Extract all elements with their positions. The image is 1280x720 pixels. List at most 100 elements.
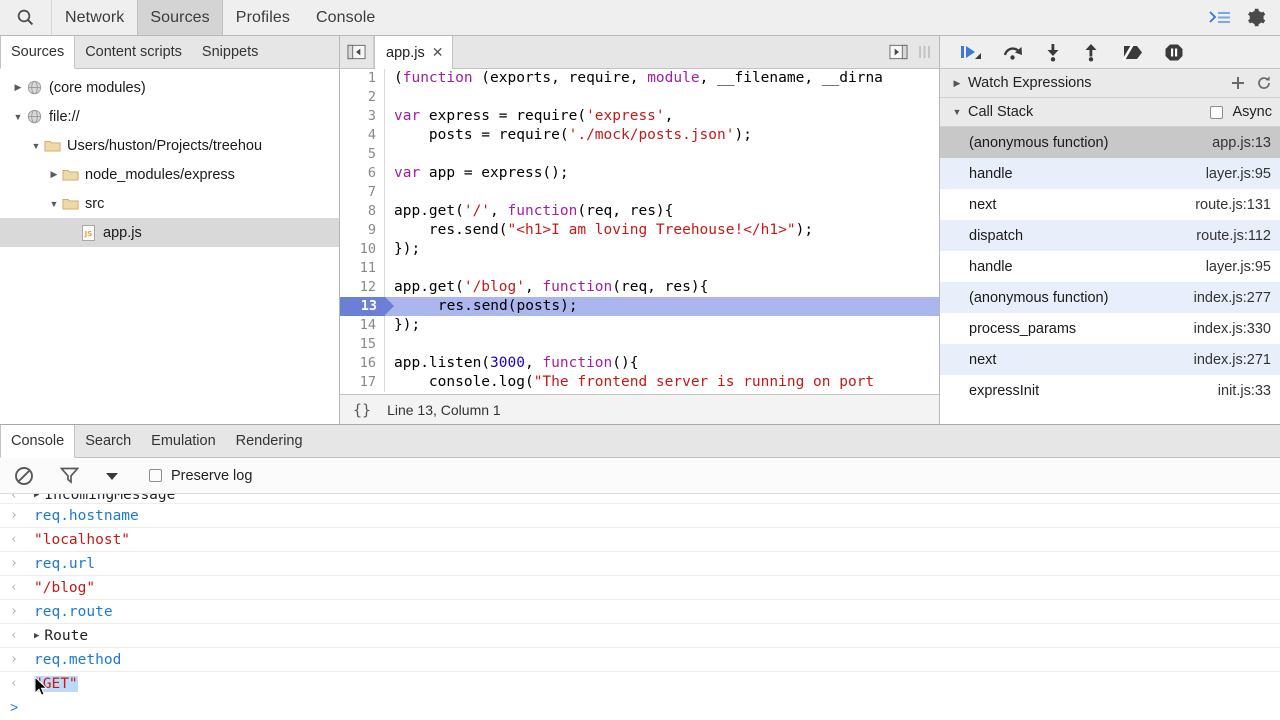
code-line[interactable]: 5 [340, 145, 939, 164]
drawer-tab-console[interactable]: Console [0, 425, 76, 458]
nav-tab-sources[interactable]: Sources [0, 36, 76, 69]
code-line[interactable]: 2 [340, 88, 939, 107]
call-stack-frame[interactable]: (anonymous function) index.js:277 [940, 282, 1280, 313]
async-toggle-group[interactable]: Async [1209, 104, 1272, 120]
line-number[interactable]: 2 [340, 88, 385, 107]
code-line[interactable]: 8 app.get('/', function(req, res){ [340, 202, 939, 221]
preserve-log-toggle[interactable]: Preserve log [149, 468, 252, 484]
tab-network[interactable]: Network [52, 0, 137, 35]
console-output-row[interactable]: ‹ ▶ IncomingMessage [0, 494, 1280, 504]
code-line[interactable]: 13 res.send(posts); [340, 297, 939, 316]
show-navigator-icon[interactable] [889, 44, 908, 60]
chevron-down-icon[interactable]: ▼ [28, 141, 44, 151]
call-stack-frame-location[interactable]: app.js:13 [1212, 135, 1271, 151]
line-number[interactable]: 3 [340, 107, 385, 126]
tree-item-src[interactable]: ▼ src [0, 189, 339, 218]
drawer-tab-emulation[interactable]: Emulation [141, 425, 225, 457]
line-number[interactable]: 11 [340, 259, 385, 278]
console-output-row[interactable]: ‹ "GET" [0, 672, 1280, 694]
code-line[interactable]: 17 console.log("The frontend server is r… [340, 373, 939, 392]
chevron-down-icon[interactable]: ▼ [949, 107, 965, 117]
pause-on-exceptions-icon[interactable] [1164, 43, 1184, 62]
tab-sources[interactable]: Sources [137, 0, 223, 35]
watch-expressions-header[interactable]: ▶ Watch Expressions [940, 69, 1280, 98]
code-line[interactable]: 7 [340, 183, 939, 202]
call-stack-frame[interactable]: next route.js:131 [940, 189, 1280, 220]
line-number[interactable]: 7 [340, 183, 385, 202]
tree-item-core-modules[interactable]: ▶ (core modules) [0, 73, 339, 102]
search-icon[interactable] [0, 0, 52, 35]
console-input-row[interactable]: › req.url [0, 552, 1280, 576]
call-stack-frame-location[interactable]: route.js:131 [1195, 197, 1271, 213]
line-number[interactable]: 15 [340, 335, 385, 354]
collapse-sidebar-icon[interactable] [340, 36, 374, 68]
console-input-row[interactable]: › req.route [0, 600, 1280, 624]
console-input-row[interactable]: › req.method [0, 648, 1280, 672]
tab-profiles[interactable]: Profiles [223, 0, 303, 35]
code-line[interactable]: 4 posts = require('./mock/posts.json'); [340, 126, 939, 145]
call-stack-frame-location[interactable]: index.js:330 [1194, 321, 1271, 337]
call-stack-frame-location[interactable]: layer.js:95 [1206, 166, 1271, 182]
line-number[interactable]: 13 [340, 297, 394, 316]
code-line[interactable]: 6 var app = express(); [340, 164, 939, 183]
nav-tab-snippets[interactable]: Snippets [192, 36, 268, 68]
code-line[interactable]: 12 app.get('/blog', function(req, res){ [340, 278, 939, 297]
line-number[interactable]: 9 [340, 221, 385, 240]
chevron-down-icon[interactable] [105, 471, 119, 481]
tree-item-file-protocol[interactable]: ▼ file:// [0, 102, 339, 131]
step-over-icon[interactable] [1002, 43, 1024, 62]
pretty-print-icon[interactable]: {} [353, 401, 371, 419]
line-number[interactable]: 14 [340, 316, 385, 335]
call-stack-frame-location[interactable]: init.js:33 [1218, 383, 1271, 399]
call-stack-frame[interactable]: dispatch route.js:112 [940, 220, 1280, 251]
line-number[interactable]: 5 [340, 145, 385, 164]
call-stack-frame-location[interactable]: route.js:112 [1196, 228, 1271, 244]
deactivate-breakpoints-icon[interactable] [1120, 42, 1144, 62]
async-checkbox[interactable] [1209, 105, 1223, 119]
console-output-row[interactable]: ‹ "localhost" [0, 528, 1280, 552]
plus-icon[interactable] [1230, 75, 1246, 91]
line-number[interactable]: 16 [340, 354, 385, 373]
resume-icon[interactable] [960, 43, 982, 62]
code-line[interactable]: 10}); [340, 240, 939, 259]
line-number[interactable]: 1 [340, 69, 385, 88]
more-options-icon[interactable] [918, 44, 931, 60]
console-output-row[interactable]: ‹ ▶ Route [0, 624, 1280, 648]
code-editor[interactable]: 1 (function (exports, require, module, __… [340, 69, 939, 394]
preserve-log-checkbox[interactable] [149, 469, 162, 482]
chevron-right-icon[interactable]: ▶ [10, 82, 26, 93]
code-line[interactable]: 1 (function (exports, require, module, __… [340, 69, 939, 88]
chevron-down-icon[interactable]: ▼ [46, 199, 62, 209]
filter-icon[interactable] [60, 466, 79, 485]
nav-tab-content-scripts[interactable]: Content scripts [75, 36, 192, 68]
call-stack-frame[interactable]: expressInit init.js:33 [940, 375, 1280, 406]
line-number[interactable]: 12 [340, 278, 385, 297]
code-line[interactable]: 11 [340, 259, 939, 278]
call-stack-frame-location[interactable]: index.js:271 [1194, 352, 1271, 368]
code-line[interactable]: 14}); [340, 316, 939, 335]
console-output-row[interactable]: ‹ "/blog" [0, 576, 1280, 600]
line-number[interactable]: 4 [340, 126, 385, 145]
line-number[interactable]: 8 [340, 202, 385, 221]
chevron-right-icon[interactable]: ▶ [949, 78, 965, 89]
line-number[interactable]: 17 [340, 373, 385, 392]
drawer-tab-search[interactable]: Search [75, 425, 141, 457]
call-stack-frame[interactable]: process_params index.js:330 [940, 313, 1280, 344]
call-stack-frame[interactable]: (anonymous function) app.js:13 [940, 127, 1280, 158]
console-object-value[interactable]: ▶ IncomingMessage [34, 494, 175, 503]
console-input-row[interactable]: › req.hostname [0, 504, 1280, 528]
console-object-value[interactable]: ▶ Route [34, 628, 88, 644]
code-line[interactable]: 16 app.listen(3000, function(){ [340, 354, 939, 373]
tab-console[interactable]: Console [303, 0, 388, 35]
call-stack-frame-location[interactable]: index.js:277 [1194, 290, 1271, 306]
editor-tab-app-js[interactable]: app.js ✕ [374, 36, 454, 69]
chevron-right-icon[interactable]: ▶ [46, 169, 62, 180]
console-drawer-icon[interactable] [1209, 10, 1231, 26]
code-line[interactable]: 3 var express = require('express', [340, 107, 939, 126]
code-line[interactable]: 15 [340, 335, 939, 354]
tree-item-project-folder[interactable]: ▼ Users/huston/Projects/treehou [0, 131, 339, 160]
console-prompt[interactable]: > [0, 694, 1280, 720]
call-stack-frame[interactable]: handle layer.js:95 [940, 158, 1280, 189]
drawer-tab-rendering[interactable]: Rendering [226, 425, 313, 457]
call-stack-frame[interactable]: handle layer.js:95 [940, 251, 1280, 282]
